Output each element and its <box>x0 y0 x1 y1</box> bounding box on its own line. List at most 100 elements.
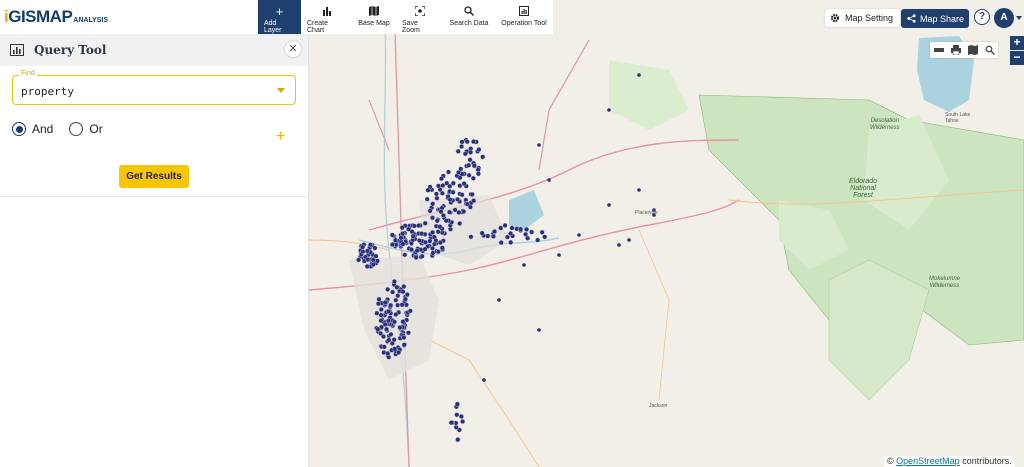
property-marker[interactable] <box>390 289 396 295</box>
property-marker[interactable] <box>374 258 380 264</box>
map-canvas[interactable]: Eldorado National Forest Desolation Wild… <box>309 0 1024 467</box>
property-marker[interactable] <box>454 196 461 202</box>
property-marker[interactable] <box>480 154 486 160</box>
property-marker[interactable] <box>434 218 440 224</box>
property-marker[interactable] <box>424 196 430 202</box>
property-marker[interactable] <box>360 249 366 255</box>
print-icon[interactable] <box>950 45 961 55</box>
property-marker[interactable] <box>364 263 370 269</box>
property-marker[interactable] <box>476 147 482 153</box>
property-marker[interactable] <box>422 246 428 252</box>
property-marker[interactable] <box>498 240 504 246</box>
property-marker[interactable] <box>537 328 541 332</box>
property-marker[interactable] <box>391 337 397 343</box>
property-marker[interactable] <box>498 225 504 231</box>
close-icon[interactable]: ✕ <box>285 41 301 57</box>
property-marker[interactable] <box>460 418 466 425</box>
property-marker[interactable] <box>419 253 425 259</box>
add-condition-plus-icon[interactable]: + <box>276 128 285 146</box>
property-marker[interactable] <box>356 257 362 263</box>
property-marker[interactable] <box>388 331 394 337</box>
property-marker[interactable] <box>466 172 472 178</box>
property-marker[interactable] <box>394 284 400 290</box>
property-marker[interactable] <box>389 232 395 238</box>
property-marker[interactable] <box>440 182 446 189</box>
property-marker[interactable] <box>450 189 456 195</box>
property-marker[interactable] <box>395 293 401 299</box>
property-marker[interactable] <box>374 310 380 316</box>
property-marker[interactable] <box>433 191 439 197</box>
property-marker[interactable] <box>453 424 459 430</box>
map-share-button[interactable]: Map Share <box>901 9 969 28</box>
property-marker[interactable] <box>381 344 387 350</box>
property-marker[interactable] <box>410 233 416 239</box>
property-marker[interactable] <box>457 220 463 227</box>
property-marker[interactable] <box>459 143 465 150</box>
property-marker[interactable] <box>435 249 441 255</box>
gismap-logo[interactable]: iGISMAP ANALYSIS <box>4 7 108 27</box>
property-marker[interactable] <box>385 350 391 356</box>
property-marker[interactable] <box>389 242 395 248</box>
property-marker[interactable] <box>607 203 611 207</box>
property-marker[interactable] <box>400 241 406 247</box>
property-marker[interactable] <box>427 208 433 214</box>
property-marker[interactable] <box>364 248 370 254</box>
find-select[interactable]: Find property <box>12 70 296 105</box>
property-marker[interactable] <box>416 223 422 229</box>
property-marker[interactable] <box>466 162 472 168</box>
and-radio[interactable] <box>12 122 26 136</box>
property-marker[interactable] <box>360 244 366 250</box>
map-setting-button[interactable]: Map Setting <box>825 9 900 27</box>
property-marker[interactable] <box>542 234 548 240</box>
property-marker[interactable] <box>422 220 428 226</box>
property-marker[interactable] <box>408 247 415 253</box>
property-marker[interactable] <box>470 139 477 145</box>
property-marker[interactable] <box>461 209 467 215</box>
property-marker[interactable] <box>392 346 398 352</box>
property-marker[interactable] <box>375 326 381 332</box>
add-layer-button[interactable]: + Add Layer <box>258 0 301 34</box>
property-marker[interactable] <box>370 262 376 268</box>
property-marker[interactable] <box>431 241 437 247</box>
property-marker[interactable] <box>438 176 445 182</box>
property-marker[interactable] <box>378 312 384 318</box>
property-marker[interactable] <box>430 229 436 235</box>
help-icon[interactable]: ? <box>974 9 990 25</box>
save-zoom-button[interactable]: Save Zoom <box>396 0 443 34</box>
property-marker[interactable] <box>518 226 524 232</box>
property-marker[interactable] <box>382 321 388 327</box>
property-marker[interactable] <box>398 235 404 241</box>
property-marker[interactable] <box>401 283 407 290</box>
property-marker[interactable] <box>370 257 376 263</box>
zoom-in-button[interactable]: + <box>1010 36 1024 50</box>
property-marker[interactable] <box>437 240 443 246</box>
property-marker[interactable] <box>373 253 379 259</box>
property-marker[interactable] <box>491 228 498 235</box>
ruler-icon[interactable] <box>933 45 944 55</box>
property-marker[interactable] <box>395 302 401 308</box>
property-marker[interactable] <box>404 292 410 298</box>
property-marker[interactable] <box>490 233 496 239</box>
property-marker[interactable] <box>400 231 406 237</box>
property-marker[interactable] <box>400 289 406 295</box>
property-marker[interactable] <box>439 245 445 251</box>
create-chart-button[interactable]: Create Chart <box>301 0 352 34</box>
property-marker[interactable] <box>547 178 551 182</box>
property-marker[interactable] <box>535 237 541 243</box>
property-marker[interactable] <box>385 308 391 314</box>
property-marker[interactable] <box>408 240 414 246</box>
property-marker[interactable] <box>402 296 408 302</box>
property-marker[interactable] <box>399 225 405 231</box>
property-marker[interactable] <box>468 149 474 155</box>
property-marker[interactable] <box>577 233 581 237</box>
property-marker[interactable] <box>447 183 453 189</box>
property-marker[interactable] <box>471 198 477 204</box>
property-marker[interactable] <box>557 253 561 257</box>
map-search-icon[interactable] <box>985 45 995 55</box>
property-marker[interactable] <box>378 318 384 324</box>
property-marker[interactable] <box>385 286 391 292</box>
property-marker[interactable] <box>435 183 442 189</box>
property-marker[interactable] <box>462 151 468 157</box>
property-marker[interactable] <box>471 163 477 169</box>
property-marker[interactable] <box>416 237 422 244</box>
